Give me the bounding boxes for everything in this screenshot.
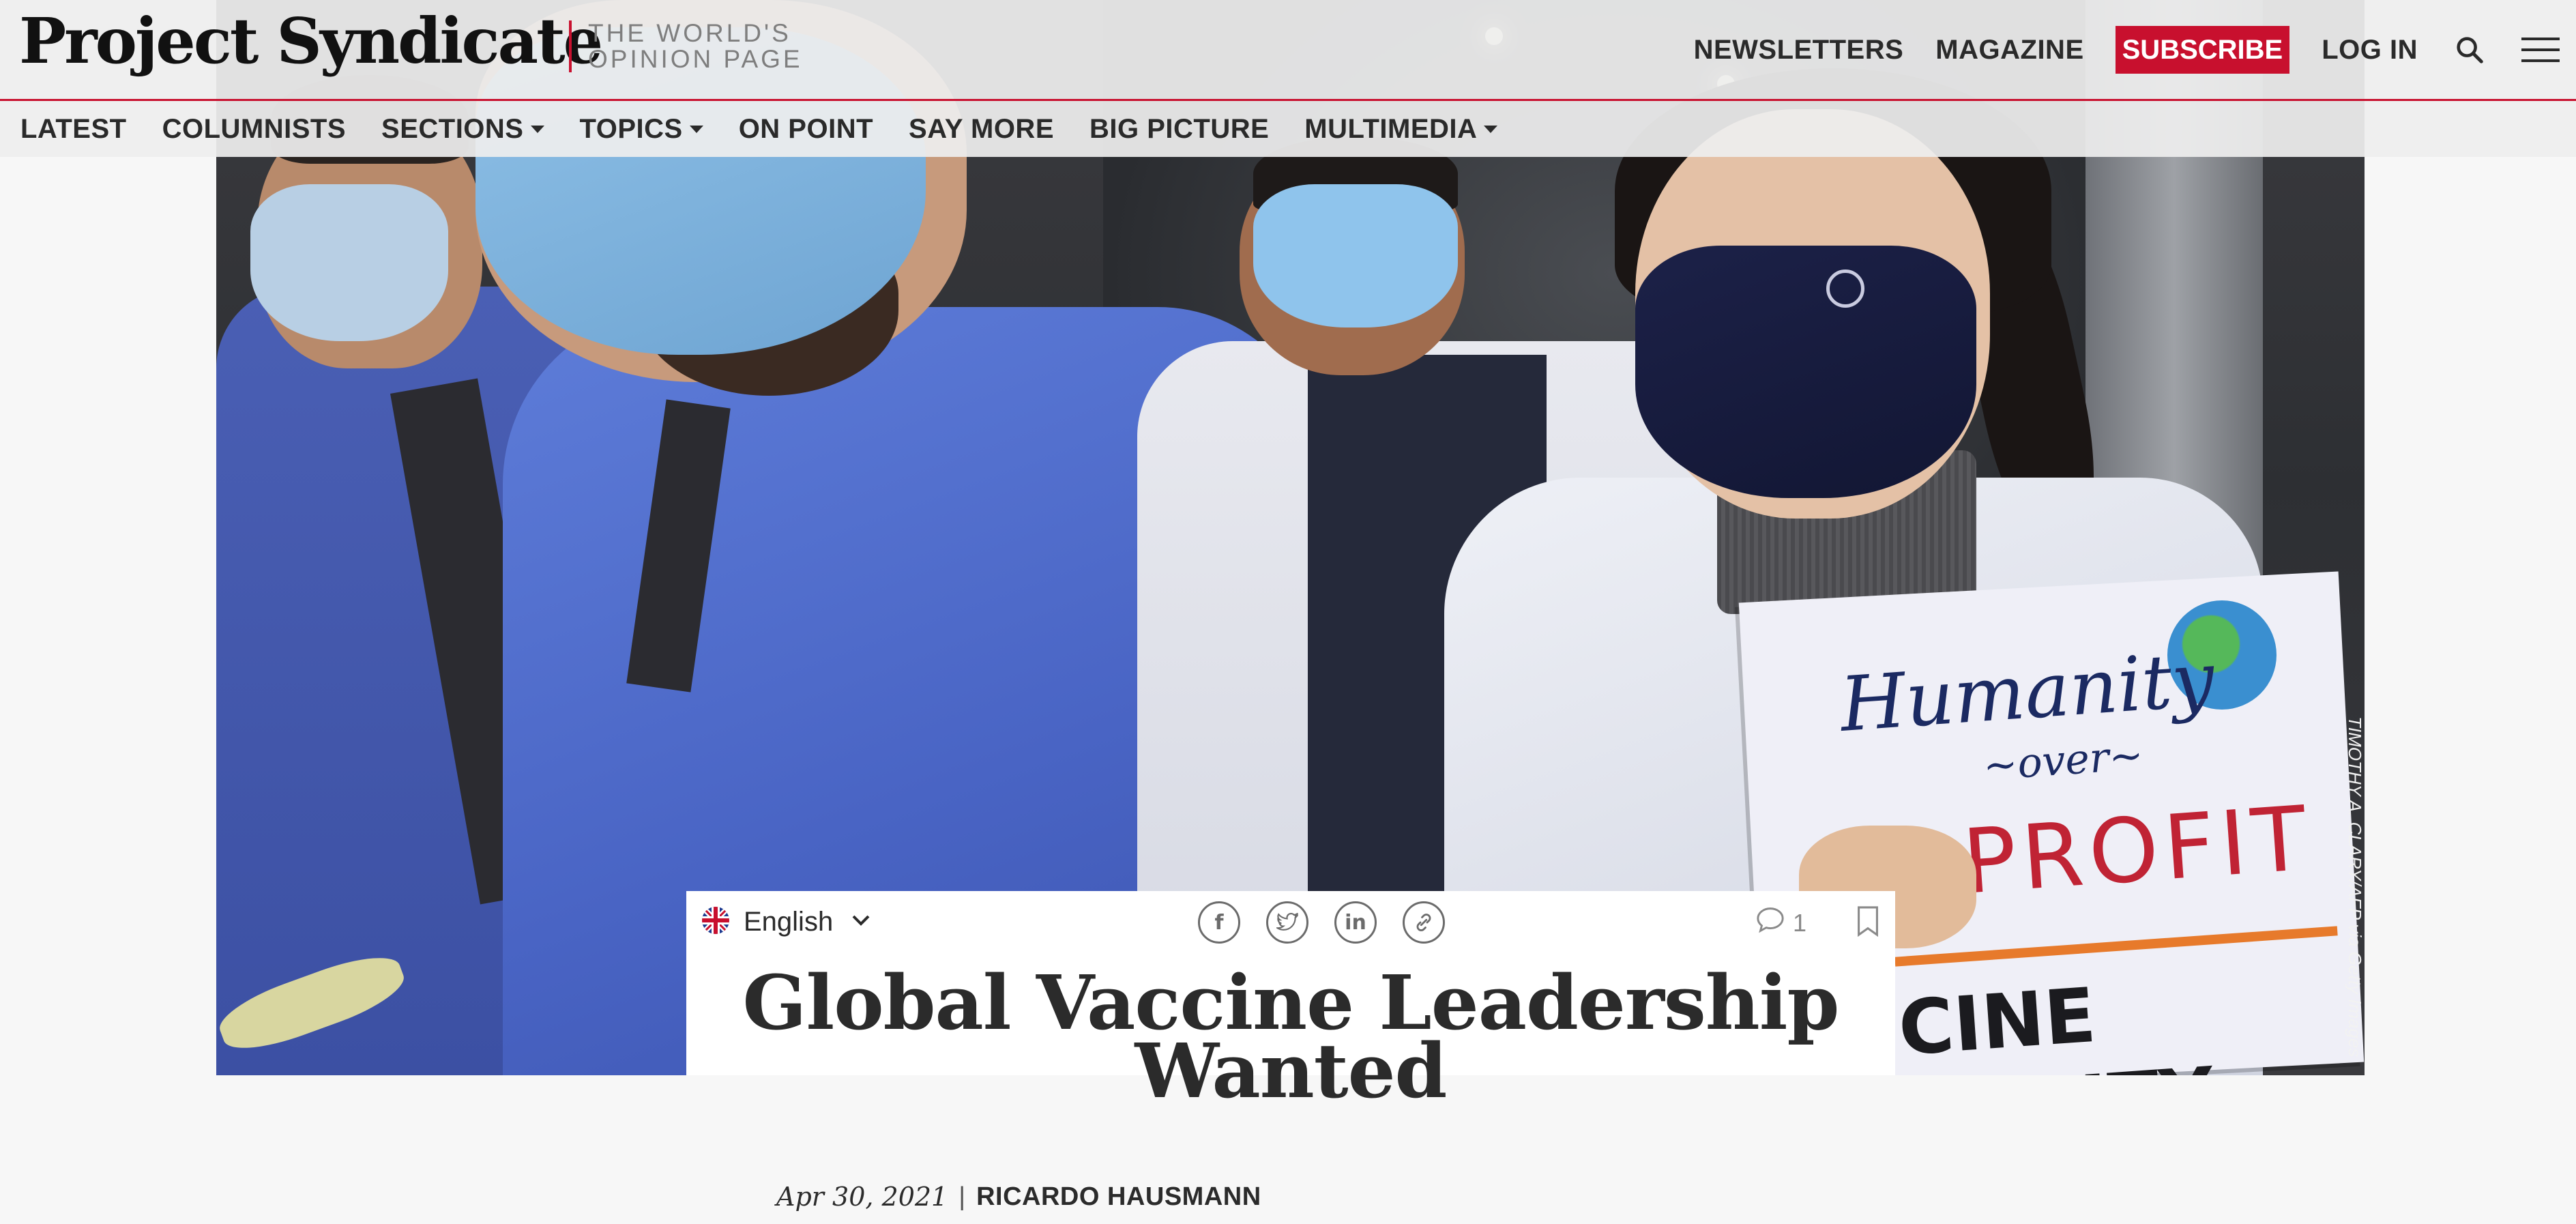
nav-item-label: SECTIONS <box>381 113 524 144</box>
bookmark-icon[interactable] <box>1856 906 1880 941</box>
face-mask <box>1253 184 1458 327</box>
site-logo[interactable]: Project Syndicate <box>19 10 603 72</box>
tagline-line: THE WORLD'S <box>588 19 791 47</box>
facebook-icon[interactable]: f <box>1198 901 1240 944</box>
language-label: English <box>744 906 834 937</box>
nav-item-label: MULTIMEDIA <box>1304 113 1478 144</box>
nav-item-columnists[interactable]: COLUMNISTS <box>162 114 346 145</box>
nav-item-multimedia[interactable]: MULTIMEDIA <box>1304 113 1498 145</box>
byline-separator: | <box>958 1182 966 1211</box>
nav-item-big-picture[interactable]: BIG PICTURE <box>1089 114 1269 145</box>
photo-credit: TIMOTHY A. CLARY/AFP via Getty Images <box>2345 716 2365 1058</box>
nav-item-label: LATEST <box>20 113 127 144</box>
nav-item-label: SAY MORE <box>909 113 1054 144</box>
nav-item-label: BIG PICTURE <box>1089 113 1270 144</box>
language-selector[interactable]: English <box>701 905 871 939</box>
chevron-down-icon <box>851 914 871 931</box>
caret-down-icon <box>530 125 544 133</box>
nav-item-on-point[interactable]: ON POINT <box>739 114 873 145</box>
magazine-link[interactable]: MAGAZINE <box>1935 35 2083 65</box>
author-link[interactable]: RICARDO HAUSMANN <box>976 1182 1261 1212</box>
twitter-icon[interactable] <box>1266 901 1308 944</box>
comments-link[interactable]: 1 <box>1755 906 1806 939</box>
mask-valve <box>1826 269 1864 308</box>
subscribe-button[interactable]: SUBSCRIBE <box>2115 26 2290 74</box>
tagline-line: OPINION PAGE <box>588 45 803 73</box>
caret-down-icon <box>1484 125 1498 133</box>
nav-item-sections[interactable]: SECTIONS <box>381 114 544 145</box>
main-nav: LATEST COLUMNISTS SECTIONS TOPICS ON POI… <box>0 101 2576 157</box>
nav-item-label: ON POINT <box>738 113 874 144</box>
caret-down-icon <box>689 125 703 133</box>
comment-icon <box>1755 906 1793 939</box>
hamburger-menu-icon[interactable] <box>2521 31 2560 69</box>
login-link[interactable]: LOG IN <box>2322 35 2418 65</box>
newsletters-link[interactable]: NEWSLETTERS <box>1694 35 1904 65</box>
comment-count: 1 <box>1793 908 1807 937</box>
article-toolbar: English f in 1 <box>686 891 1895 952</box>
publish-date: Apr 30, 2021 <box>776 1182 948 1212</box>
nav-item-topics[interactable]: TOPICS <box>580 114 703 145</box>
nav-item-latest[interactable]: LATEST <box>20 114 127 145</box>
search-icon[interactable] <box>2450 31 2489 69</box>
copy-link-icon[interactable] <box>1403 901 1445 944</box>
share-buttons: f in <box>1198 901 1471 944</box>
top-bar: Project Syndicate THE WORLD'S OPINION PA… <box>0 0 2576 101</box>
nav-item-label: COLUMNISTS <box>162 113 347 144</box>
linkedin-icon[interactable]: in <box>1334 901 1377 944</box>
nav-item-label: TOPICS <box>579 113 683 144</box>
site-tagline: THE WORLD'S OPINION PAGE <box>569 20 803 72</box>
article-title-line: Wanted <box>1135 1027 1448 1115</box>
top-nav: NEWSLETTERS MAGAZINE SUBSCRIBE LOG IN <box>1662 26 2560 74</box>
face-mask <box>1635 246 1976 498</box>
article-byline: Apr 30, 2021 | RICARDO HAUSMANN <box>776 1182 1261 1212</box>
nav-item-say-more[interactable]: SAY MORE <box>909 114 1054 145</box>
face-mask <box>250 184 448 341</box>
uk-flag-icon <box>701 906 730 938</box>
article-title: Global Vaccine Leadership Wanted <box>686 965 1895 1115</box>
